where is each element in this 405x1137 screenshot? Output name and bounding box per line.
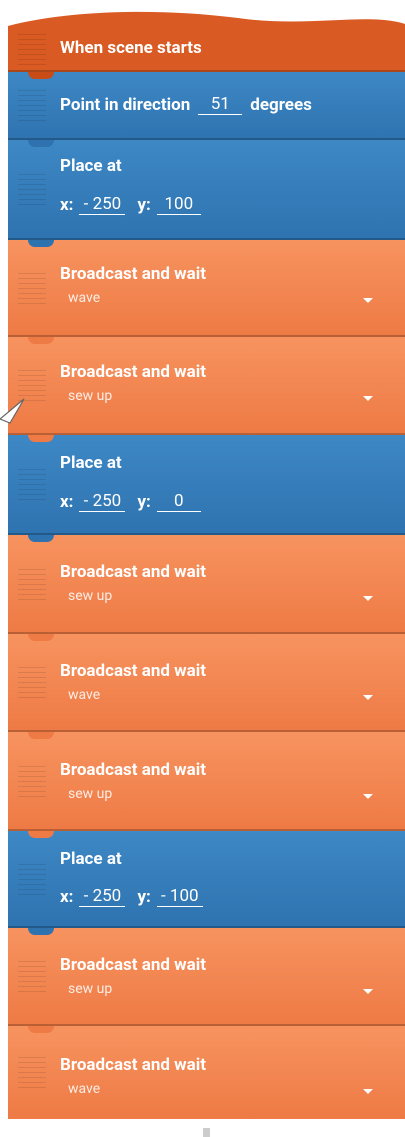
scrollbar-stub (203, 1128, 210, 1137)
x-field[interactable]: - 250 (79, 491, 126, 512)
message-dropdown[interactable]: sew up (68, 388, 112, 404)
broadcast-and-wait-block[interactable]: Broadcast and wait wave (8, 634, 405, 739)
block-label: Place at (60, 453, 122, 473)
block-label: Place at (60, 156, 122, 176)
dropdown-arrow-icon[interactable] (363, 596, 373, 601)
drag-handle[interactable] (18, 435, 46, 535)
block-label: Broadcast and wait (60, 562, 207, 582)
y-field[interactable]: 100 (156, 194, 201, 215)
dropdown-arrow-icon[interactable] (363, 396, 373, 401)
hat-shape (8, 11, 405, 72)
message-dropdown[interactable]: sew up (68, 981, 112, 997)
x-field[interactable]: - 250 (79, 886, 126, 907)
dropdown-arrow-icon[interactable] (363, 695, 373, 700)
place-at-block[interactable]: Place at x: - 250 y: 100 (8, 140, 405, 247)
broadcast-and-wait-block[interactable]: Broadcast and wait sew up (8, 337, 405, 442)
block-label: Broadcast and wait (60, 661, 207, 681)
drag-handle[interactable] (18, 140, 46, 240)
drag-handle[interactable] (18, 240, 46, 337)
unit-label: degrees (250, 95, 312, 115)
drag-handle[interactable] (18, 535, 46, 634)
block-label: Point in direction (60, 95, 191, 115)
coordinate-row: x: - 250 y: - 100 (60, 886, 203, 907)
drag-handle[interactable] (18, 831, 46, 928)
message-dropdown[interactable]: wave (68, 290, 100, 306)
drag-handle[interactable] (18, 634, 46, 732)
direction-field[interactable]: 51 (198, 94, 243, 115)
y-field[interactable]: - 100 (156, 886, 203, 907)
block-label: Place at (60, 849, 122, 869)
block-label: Broadcast and wait (60, 362, 207, 382)
block-label: Broadcast and wait (60, 760, 207, 780)
broadcast-and-wait-block[interactable]: Broadcast and wait wave (8, 240, 405, 344)
block-label: When scene starts (60, 38, 202, 58)
script-stack: When scene starts Point in direction 51 … (8, 0, 405, 1119)
drag-handle[interactable] (18, 928, 46, 1026)
when-scene-starts-block[interactable]: When scene starts (8, 0, 405, 79)
place-at-block[interactable]: Place at x: - 250 y: - 100 (8, 831, 405, 935)
x-label: x: (60, 492, 74, 512)
message-dropdown[interactable]: sew up (68, 786, 112, 802)
message-dropdown[interactable]: wave (68, 687, 100, 703)
message-dropdown[interactable]: sew up (68, 588, 112, 604)
message-dropdown[interactable]: wave (68, 1081, 100, 1097)
y-label: y: (137, 492, 151, 512)
x-label: x: (60, 887, 74, 907)
dropdown-arrow-icon[interactable] (363, 989, 373, 994)
dropdown-arrow-icon[interactable] (363, 298, 373, 303)
broadcast-and-wait-block[interactable]: Broadcast and wait sew up (8, 928, 405, 1033)
point-in-direction-block[interactable]: Point in direction 51 degrees (8, 72, 405, 147)
coordinate-row: x: - 250 y: 0 (60, 491, 201, 512)
x-label: x: (60, 195, 74, 215)
y-label: y: (137, 887, 151, 907)
pointer-arrow-icon (0, 398, 25, 424)
drag-handle[interactable] (18, 72, 46, 140)
dropdown-arrow-icon[interactable] (363, 1089, 373, 1094)
place-at-block[interactable]: Place at x: - 250 y: 0 (8, 435, 405, 542)
x-field[interactable]: - 250 (79, 194, 126, 215)
block-row: Point in direction 51 degrees (60, 94, 312, 115)
block-label: Broadcast and wait (60, 264, 207, 284)
y-field[interactable]: 0 (156, 491, 201, 512)
broadcast-and-wait-block[interactable]: Broadcast and wait wave (8, 1026, 405, 1119)
drag-handle[interactable] (18, 1026, 46, 1119)
block-label: Broadcast and wait (60, 955, 207, 975)
block-label: Broadcast and wait (60, 1055, 207, 1075)
drag-handle[interactable] (18, 28, 46, 72)
drag-handle[interactable] (18, 732, 46, 831)
broadcast-and-wait-block[interactable]: Broadcast and wait sew up (8, 535, 405, 641)
broadcast-and-wait-block[interactable]: Broadcast and wait sew up (8, 732, 405, 838)
dropdown-arrow-icon[interactable] (363, 794, 373, 799)
coordinate-row: x: - 250 y: 100 (60, 194, 201, 215)
y-label: y: (137, 195, 151, 215)
